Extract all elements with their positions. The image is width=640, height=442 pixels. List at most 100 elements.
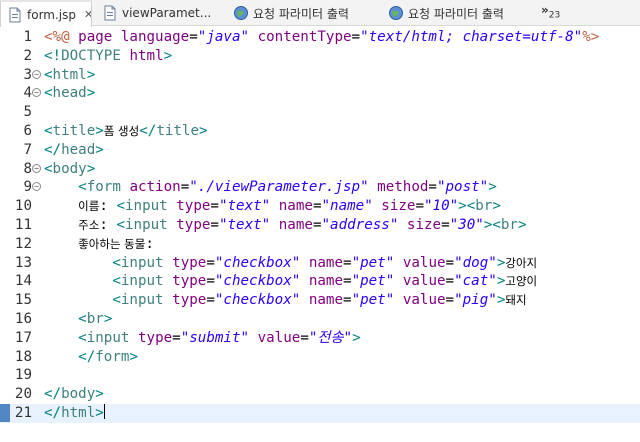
code-token: <: [78, 329, 87, 346]
code-token: >: [86, 66, 96, 83]
code-token: >: [95, 123, 104, 139]
code-token: method: [377, 179, 429, 196]
code-token: input: [124, 217, 168, 233]
code-token: input: [120, 273, 164, 290]
tab-overflow-button[interactable]: »23: [541, 3, 560, 20]
code-token: "java": [197, 29, 250, 45]
code-line[interactable]: 19: [0, 366, 640, 385]
code-token: >: [488, 179, 497, 196]
code-token: html: [61, 405, 96, 421]
code-token: >: [86, 85, 96, 102]
line-number: 4: [23, 85, 32, 102]
code-token: "checkbox": [214, 292, 301, 309]
code-editor[interactable]: 1 <%@ page language="java" contentType="t…: [0, 27, 640, 442]
code-token: name: [308, 273, 344, 290]
text-cursor: [103, 404, 105, 419]
code-line[interactable]: 2 <!DOCTYPE html>: [0, 47, 640, 66]
code-line[interactable]: 1 <%@ page language="java" contentType="t…: [0, 28, 640, 47]
code-token: "30": [449, 217, 484, 233]
line-number: 17: [14, 329, 32, 346]
code-token: "dog": [454, 254, 497, 271]
code-token: >: [86, 160, 96, 177]
code-text: <body>: [44, 160, 95, 179]
code-token: >: [492, 198, 501, 215]
line-number: 21: [14, 405, 32, 421]
code-token: "./viewParameter.jsp": [189, 179, 369, 196]
code-token: </: [139, 123, 157, 139]
code-token: >: [352, 329, 361, 346]
code-line[interactable]: 17 <input type="submit" value="전송">: [0, 329, 640, 348]
code-token: name: [308, 292, 344, 309]
tab-label: 요청 파라미터 출력: [408, 6, 504, 21]
tab-request-parameter-output-2[interactable]: 요청 파라미터 출력: [388, 0, 538, 26]
code-token: body: [61, 386, 96, 403]
code-token: </: [78, 348, 96, 365]
code-token: 돼지: [505, 293, 527, 308]
code-line[interactable]: 15 <input type="checkbox" name="pet" val…: [0, 291, 640, 310]
code-line[interactable]: 8− <body>: [0, 160, 640, 179]
code-token: <: [466, 198, 476, 215]
code-token: =: [428, 179, 437, 196]
code-line[interactable]: 3− <html>: [0, 66, 640, 85]
tab-view-parameter[interactable]: viewParamet...: [100, 0, 212, 26]
code-token: "checkbox": [214, 254, 301, 271]
code-line[interactable]: 4− <head>: [0, 84, 640, 103]
code-line[interactable]: 12 좋아하는 동물:: [0, 235, 640, 254]
line-number: 15: [14, 292, 32, 309]
code-token: >: [458, 198, 467, 215]
code-line[interactable]: 13 <input type="checkbox" name="pet" val…: [0, 254, 640, 273]
fold-toggle-icon[interactable]: −: [32, 182, 41, 192]
code-token: >: [129, 348, 138, 365]
code-line[interactable]: 14 <input type="checkbox" name="pet" val…: [0, 272, 640, 291]
fold-toggle-icon[interactable]: −: [32, 69, 41, 79]
tab-form-jsp[interactable]: form.jsp ✕: [0, 0, 92, 27]
code-text: 좋아하는 동물:: [44, 235, 154, 254]
fold-toggle-icon[interactable]: −: [32, 88, 41, 98]
code-token: =: [206, 292, 215, 309]
code-token: =: [415, 198, 424, 215]
code-line[interactable]: 5: [0, 103, 640, 122]
code-token: =: [445, 292, 455, 309]
line-number: 16: [14, 311, 32, 327]
code-text: <br>: [44, 310, 112, 329]
line-number: 9: [23, 179, 32, 196]
code-token: >: [95, 386, 104, 403]
code-line[interactable]: 21 </html>: [0, 404, 640, 423]
code-token: form: [95, 348, 130, 365]
code-line[interactable]: 16 <br>: [0, 310, 640, 329]
code-token: <: [78, 311, 87, 327]
code-line[interactable]: 11 주소: <input type="text" name="address"…: [0, 216, 640, 235]
code-token: head: [61, 141, 96, 158]
code-line[interactable]: 10 이름: <input type="text" name="name" si…: [0, 197, 640, 216]
line-number: 10: [14, 198, 32, 215]
code-token: value: [257, 329, 301, 346]
code-token: %>: [582, 29, 600, 45]
code-token: <: [112, 273, 121, 290]
code-token: 좋아하는 동물: [78, 236, 146, 251]
code-line[interactable]: 18 </form>: [0, 348, 640, 367]
close-icon[interactable]: ✕: [84, 8, 91, 21]
code-token: name: [278, 217, 313, 233]
tab-request-parameter-output-1[interactable]: 요청 파라미터 출력: [233, 0, 383, 26]
code-line[interactable]: 20 </body>: [0, 385, 640, 404]
code-token: name: [278, 198, 313, 215]
code-token: "pet": [351, 273, 395, 290]
code-token: type: [172, 273, 207, 290]
code-line[interactable]: 9− <form action="./viewParameter.jsp" me…: [0, 178, 640, 197]
code-token: >: [199, 123, 208, 139]
code-line[interactable]: 6 <title>폼 생성</title>: [0, 122, 640, 141]
fold-toggle-icon[interactable]: −: [32, 163, 41, 173]
code-token: html: [52, 66, 87, 83]
code-token: br: [475, 198, 493, 215]
code-text: <!DOCTYPE html>: [44, 47, 172, 66]
code-line[interactable]: 7 </head>: [0, 141, 640, 160]
code-token: =: [343, 273, 352, 290]
